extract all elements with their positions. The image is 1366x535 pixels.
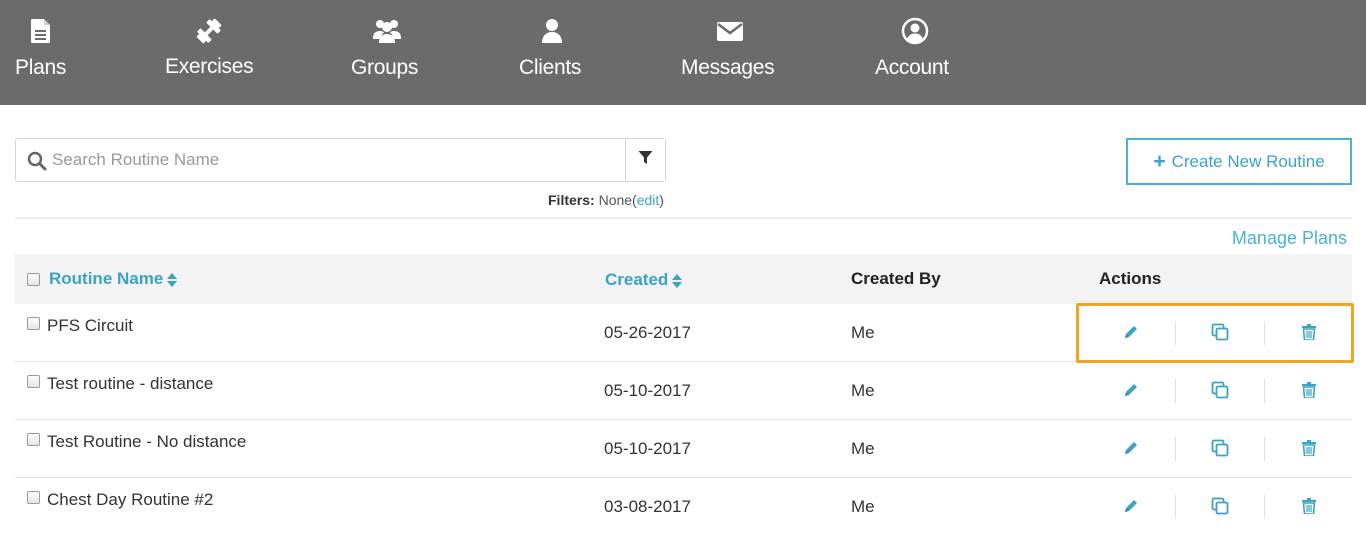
column-header-created-by: Created By [851, 269, 941, 288]
filters-close-paren: ) [659, 192, 664, 208]
document-icon [26, 16, 56, 46]
action-divider [1175, 437, 1176, 461]
table-row: Chest Day Routine #2 03-08-2017 Me [15, 478, 1352, 535]
user-icon [537, 16, 567, 46]
envelope-icon [715, 16, 745, 46]
row-checkbox[interactable] [27, 317, 40, 330]
create-new-routine-button[interactable]: + Create New Routine [1126, 138, 1352, 185]
top-nav: Plans Exercises Groups Clients Messages … [0, 0, 1366, 105]
action-divider [1175, 495, 1176, 519]
nav-label: Groups [351, 56, 419, 79]
filters-value: None [598, 192, 633, 208]
column-header-actions: Actions [1099, 269, 1162, 288]
copy-icon[interactable] [1208, 320, 1232, 344]
sort-icon [167, 272, 178, 287]
nav-item-messages[interactable]: Messages [681, 0, 781, 105]
create-new-routine-label: Create New Routine [1171, 151, 1325, 171]
routine-name[interactable]: Test Routine - No distance [47, 432, 246, 452]
nav-item-exercises[interactable]: Exercises [164, 0, 256, 105]
dumbbell-icon [194, 16, 224, 46]
action-divider [1264, 437, 1265, 461]
routine-name[interactable]: PFS Circuit [47, 316, 133, 336]
filter-icon [638, 150, 653, 170]
trash-icon[interactable] [1297, 494, 1321, 518]
column-header-created[interactable]: Created [605, 255, 683, 305]
sort-icon [672, 273, 683, 288]
manage-plans-link[interactable]: Manage Plans [1232, 228, 1347, 249]
table-row: Test routine - distance 05-10-2017 Me [15, 362, 1352, 420]
row-checkbox[interactable] [27, 375, 40, 388]
select-all-checkbox[interactable] [27, 272, 40, 286]
action-divider [1175, 321, 1176, 345]
pencil-icon[interactable] [1119, 494, 1143, 518]
user-circle-icon [900, 16, 930, 46]
table-header: Routine Name Created Created By Actions [15, 254, 1352, 304]
copy-icon[interactable] [1208, 378, 1232, 402]
created-date: 03-08-2017 [604, 497, 691, 516]
pencil-icon[interactable] [1119, 378, 1143, 402]
pencil-icon[interactable] [1119, 436, 1143, 460]
routine-name[interactable]: Test routine - distance [47, 374, 213, 394]
action-divider [1264, 379, 1265, 403]
created-by: Me [851, 439, 875, 458]
trash-icon[interactable] [1297, 436, 1321, 460]
plus-icon: + [1153, 150, 1166, 173]
created-by: Me [851, 381, 875, 400]
search-input[interactable] [52, 145, 612, 175]
table-row: Test Routine - No distance 05-10-2017 Me [15, 420, 1352, 478]
nav-label: Account [875, 56, 949, 79]
nav-item-plans[interactable]: Plans [12, 0, 70, 105]
row-checkbox[interactable] [27, 433, 40, 446]
nav-item-groups[interactable]: Groups [351, 0, 425, 105]
action-divider [1264, 321, 1265, 345]
row-checkbox[interactable] [27, 491, 40, 504]
search-icon [27, 151, 47, 171]
copy-icon[interactable] [1208, 436, 1232, 460]
filters-status: Filters: None(edit) [548, 192, 664, 208]
nav-label: Messages [681, 56, 775, 79]
nav-label: Clients [519, 56, 582, 79]
trash-icon[interactable] [1297, 320, 1321, 344]
nav-label: Exercises [165, 55, 254, 78]
search-box [15, 138, 626, 182]
copy-icon[interactable] [1208, 494, 1232, 518]
divider [15, 217, 1352, 219]
created-date: 05-10-2017 [604, 439, 691, 458]
nav-item-clients[interactable]: Clients [519, 0, 587, 105]
nav-item-account[interactable]: Account [875, 0, 957, 105]
column-header-routine-name[interactable]: Routine Name [49, 254, 178, 304]
column-header-label: Created [605, 270, 669, 289]
select-all-cell [27, 254, 40, 304]
filters-edit-link[interactable]: edit [637, 192, 660, 208]
trash-icon[interactable] [1297, 378, 1321, 402]
routine-name[interactable]: Chest Day Routine #2 [47, 490, 213, 510]
action-divider [1264, 495, 1265, 519]
nav-label: Plans [15, 56, 67, 79]
filter-button[interactable] [625, 138, 666, 182]
action-divider [1175, 379, 1176, 403]
created-date: 05-10-2017 [604, 381, 691, 400]
filters-label: Filters: [548, 192, 595, 208]
column-header-label: Routine Name [49, 269, 164, 288]
pencil-icon[interactable] [1119, 320, 1143, 344]
created-date: 05-26-2017 [604, 323, 691, 342]
group-icon [372, 16, 402, 46]
created-by: Me [851, 497, 875, 516]
created-by: Me [851, 323, 875, 342]
table-row: PFS Circuit 05-26-2017 Me [15, 304, 1352, 362]
